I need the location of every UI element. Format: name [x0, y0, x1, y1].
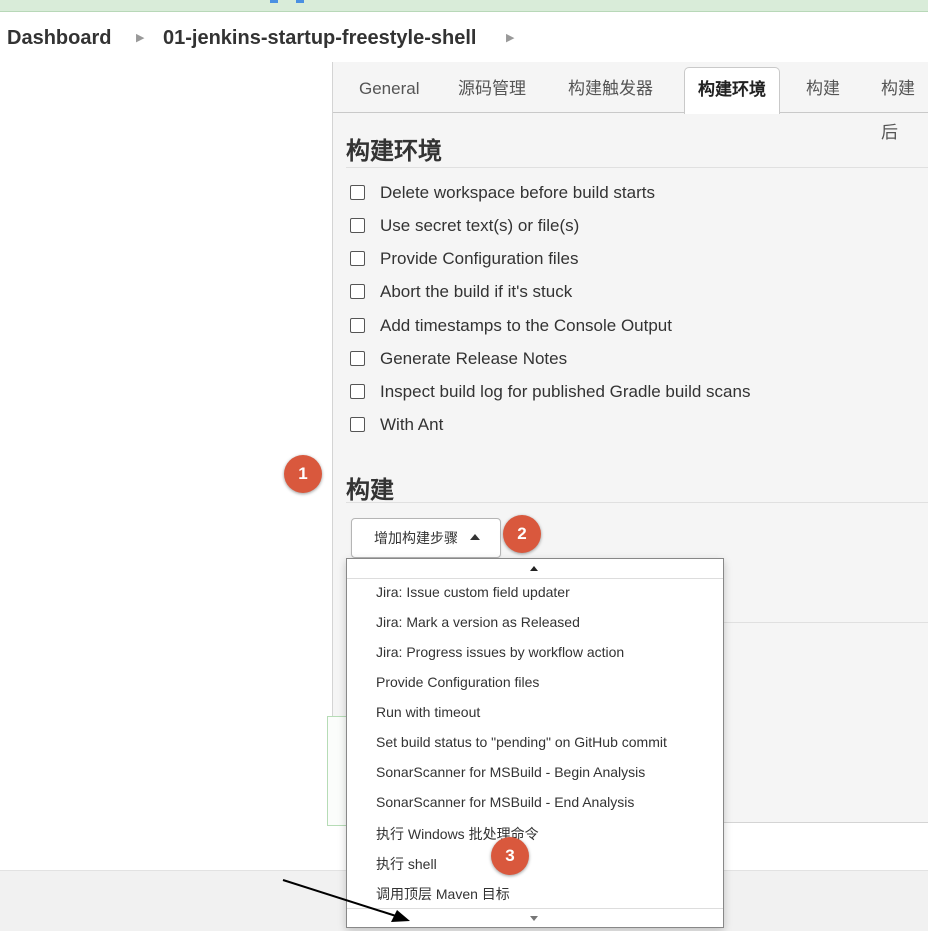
option-label: Abort the build if it's stuck	[380, 282, 573, 301]
menu-item-maven-target[interactable]: 调用顶层 Maven 目标	[376, 884, 510, 904]
annotation-badge-2: 2	[503, 515, 541, 553]
section-divider	[346, 167, 928, 168]
triangle-down-icon	[530, 916, 538, 921]
menu-item-jira-mark-version[interactable]: Jira: Mark a version as Released	[376, 614, 580, 630]
left-column	[0, 62, 332, 870]
browser-top-strip	[0, 0, 928, 12]
menu-item-jira-custom-field[interactable]: Jira: Issue custom field updater	[376, 584, 570, 600]
menu-item-sonar-end[interactable]: SonarScanner for MSBuild - End Analysis	[376, 794, 634, 810]
option-label: Add timestamps to the Console Output	[380, 316, 672, 335]
caret-up-icon	[470, 534, 480, 540]
tab-general[interactable]: General	[359, 67, 419, 111]
checkbox[interactable]	[350, 384, 365, 399]
option-label: Use secret text(s) or file(s)	[380, 216, 580, 235]
checkbox[interactable]	[350, 417, 365, 432]
menu-item-provide-config-files[interactable]: Provide Configuration files	[376, 674, 539, 690]
option-label: Provide Configuration files	[380, 249, 579, 268]
option-label: With Ant	[380, 415, 444, 434]
breadcrumb: Dashboard ▶ 01-jenkins-startup-freestyle…	[0, 12, 928, 62]
breadcrumb-dashboard[interactable]: Dashboard	[7, 27, 111, 50]
menu-item-jira-progress-issues[interactable]: Jira: Progress issues by workflow action	[376, 644, 624, 660]
checkbox[interactable]	[350, 351, 365, 366]
option-label: Generate Release Notes	[380, 349, 568, 368]
tab-build-triggers[interactable]: 构建触发器	[568, 67, 653, 111]
config-tabs: General 源码管理 构建触发器 构建环境 构建 构建后	[333, 62, 928, 142]
add-build-step-label: 增加构建步骤	[374, 530, 458, 546]
section-title-build: 构建	[346, 477, 394, 504]
tab-source-control[interactable]: 源码管理	[458, 67, 526, 111]
add-build-step-button[interactable]: 增加构建步骤	[351, 518, 501, 558]
option-label: Delete workspace before build starts	[380, 183, 655, 202]
tab-post-build[interactable]: 构建后	[881, 67, 928, 142]
annotation-badge-1: 1	[284, 455, 322, 493]
breadcrumb-job[interactable]: 01-jenkins-startup-freestyle-shell	[163, 27, 476, 50]
tab-build-environment[interactable]: 构建环境	[684, 67, 780, 114]
scroll-down-button[interactable]	[347, 908, 723, 927]
option-label: Inspect build log for published Gradle b…	[380, 382, 751, 401]
checkbox[interactable]	[350, 218, 365, 233]
build-step-dropdown: Jira: Issue custom field updater Jira: M…	[346, 558, 724, 928]
section-divider	[346, 502, 928, 503]
chevron-right-icon: ▶	[136, 32, 145, 44]
menu-item-execute-shell[interactable]: 执行 shell	[376, 854, 437, 874]
tab-indicator-icon	[296, 0, 304, 3]
chevron-right-icon[interactable]: ▶	[506, 31, 514, 44]
tab-indicator-icon	[270, 0, 278, 3]
tab-build[interactable]: 构建	[806, 67, 840, 111]
info-box	[327, 716, 348, 826]
menu-item-github-pending[interactable]: Set build status to "pending" on GitHub …	[376, 734, 667, 750]
menu-item-sonar-begin[interactable]: SonarScanner for MSBuild - Begin Analysi…	[376, 764, 645, 780]
scroll-up-button[interactable]	[347, 559, 723, 579]
checkbox[interactable]	[350, 284, 365, 299]
checkbox[interactable]	[350, 251, 365, 266]
checkbox[interactable]	[350, 185, 365, 200]
checkbox[interactable]	[350, 318, 365, 333]
section-title-build-environment: 构建环境	[346, 138, 442, 165]
panel-divider	[332, 62, 333, 722]
menu-item-run-with-timeout[interactable]: Run with timeout	[376, 704, 480, 720]
triangle-up-icon	[530, 566, 538, 571]
annotation-badge-3: 3	[491, 837, 529, 875]
